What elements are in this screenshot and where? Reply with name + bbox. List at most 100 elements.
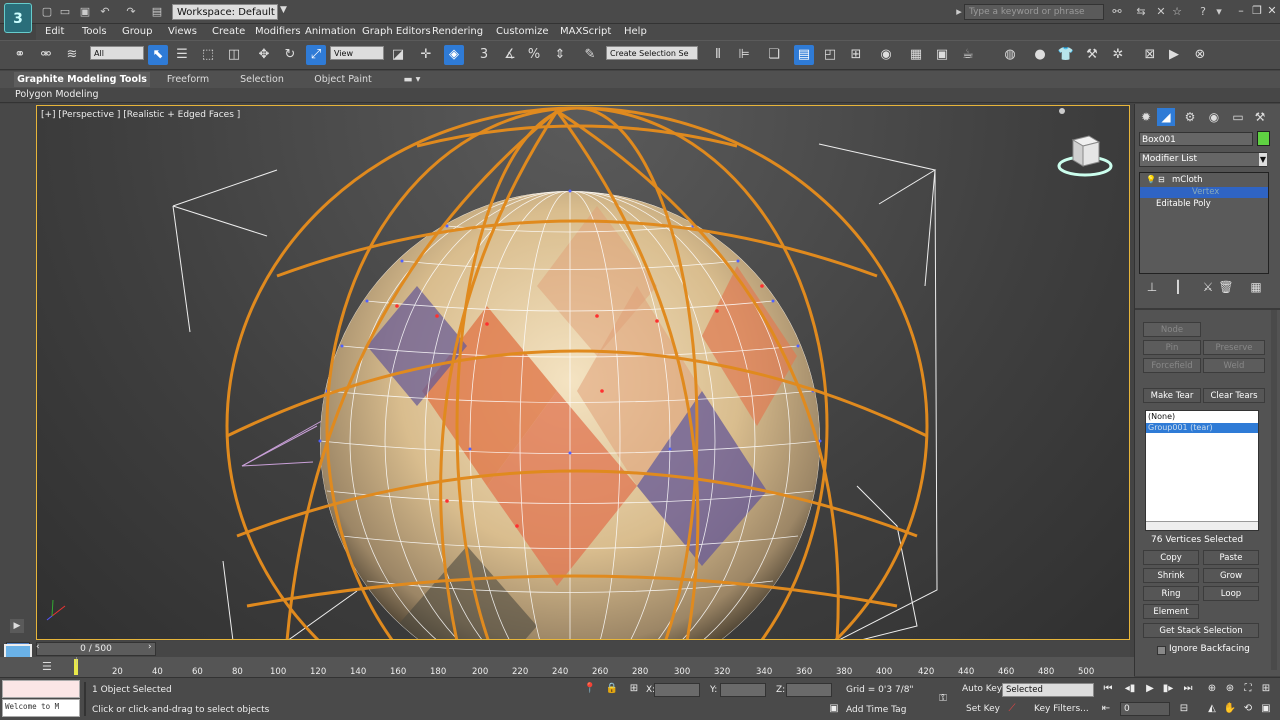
mcloth-tool-3-icon[interactable]: ⊗ bbox=[1190, 45, 1210, 65]
object-name-input[interactable]: Box001 bbox=[1139, 132, 1253, 146]
mcloth-tool-2-icon[interactable]: ▶ bbox=[1164, 45, 1184, 65]
particle-icon[interactable]: ✲ bbox=[1108, 45, 1128, 65]
new-file-icon[interactable]: ▢ bbox=[40, 5, 54, 19]
tab-freeform[interactable]: Freeform bbox=[156, 72, 220, 87]
time-tag-icon[interactable]: ▣ bbox=[826, 702, 842, 716]
set-key-button[interactable]: Set Key bbox=[966, 702, 1000, 717]
make-tear-button[interactable]: Make Tear bbox=[1143, 388, 1201, 403]
loop-button[interactable]: Loop bbox=[1203, 586, 1259, 601]
tab-selection[interactable]: Selection bbox=[232, 72, 292, 87]
selection-lock-icon[interactable]: 🔒 bbox=[604, 682, 620, 696]
clear-tears-button[interactable]: Clear Tears bbox=[1203, 388, 1265, 403]
next-frame-icon[interactable]: ▮▸ bbox=[1160, 682, 1176, 696]
set-keys-icon[interactable]: ⟋ bbox=[1004, 702, 1020, 716]
add-time-tag-button[interactable]: Add Time Tag bbox=[846, 705, 906, 715]
object-color-swatch[interactable] bbox=[1257, 131, 1270, 146]
stack-item-mcloth[interactable]: mCloth bbox=[1140, 175, 1268, 186]
motion-tab-icon[interactable]: ◉ bbox=[1205, 108, 1223, 126]
selection-filter-select[interactable]: All bbox=[90, 46, 144, 60]
utilities-tab-icon[interactable]: ⚒ bbox=[1251, 108, 1269, 126]
isolate-selection-icon[interactable]: 📍 bbox=[582, 682, 598, 696]
viewport-label[interactable]: [+] [Perspective ] [Realistic + Edged Fa… bbox=[41, 110, 240, 120]
preserve-button[interactable]: Preserve bbox=[1203, 340, 1265, 355]
polygon-modeling-label[interactable]: Polygon Modeling bbox=[15, 89, 99, 100]
shrink-button[interactable]: Shrink bbox=[1143, 568, 1199, 583]
menu-help[interactable]: Help bbox=[624, 24, 647, 40]
viewport-scene[interactable] bbox=[37, 106, 1130, 640]
globe-icon[interactable]: ◍ bbox=[1000, 45, 1020, 65]
auto-key-button[interactable]: Auto Key bbox=[962, 682, 1002, 697]
horizontal-scrollbar[interactable] bbox=[1146, 521, 1258, 530]
align-icon[interactable]: ⊫ bbox=[734, 45, 754, 65]
menu-group[interactable]: Group bbox=[122, 24, 152, 40]
show-end-result-icon[interactable]: ┃ bbox=[1169, 278, 1187, 296]
ring-button[interactable]: Ring bbox=[1143, 586, 1199, 601]
modifier-list-select[interactable]: Modifier List bbox=[1139, 152, 1267, 167]
spinner-snap-icon[interactable]: ⇕ bbox=[550, 45, 570, 65]
mcloth-tool-1-icon[interactable]: ⊠ bbox=[1140, 45, 1160, 65]
scale-icon[interactable]: ⤢ bbox=[306, 45, 326, 65]
named-selection-set-select[interactable]: Create Selection Se bbox=[606, 46, 698, 60]
viewport-menu-icon[interactable]: ▶ bbox=[10, 619, 24, 633]
open-file-icon[interactable]: ▭ bbox=[58, 5, 72, 19]
redo-icon[interactable]: ↷ bbox=[124, 5, 138, 19]
menu-create[interactable]: Create bbox=[212, 24, 245, 40]
forcefield-button[interactable]: Forcefield bbox=[1143, 358, 1201, 373]
select-by-name-icon[interactable]: ☰ bbox=[172, 45, 192, 65]
chevron-down-icon[interactable]: ▼ bbox=[1259, 153, 1267, 166]
snaps-toggle-icon[interactable]: 3 bbox=[474, 45, 494, 65]
time-configuration-icon[interactable]: ⊟ bbox=[1176, 702, 1192, 716]
keyboard-shortcut-override-icon[interactable]: ◈ bbox=[444, 45, 464, 65]
pivot-center-icon[interactable]: ◪ bbox=[388, 45, 408, 65]
viewcube-icon[interactable] bbox=[1055, 132, 1115, 180]
binoculars-icon[interactable]: ⚯ bbox=[1110, 5, 1124, 19]
list-item[interactable]: Group001 (tear) bbox=[1146, 423, 1258, 433]
modifier-stack[interactable]: 💡 ⊟ mCloth Vertex Editable Poly bbox=[1139, 172, 1269, 274]
time-slider[interactable]: 0 / 500 › ‹ bbox=[6, 641, 1130, 657]
remove-modifier-icon[interactable]: 🗑 bbox=[1217, 278, 1235, 296]
select-object-icon[interactable]: ⬉ bbox=[148, 45, 168, 65]
link-icon[interactable]: ⚭ bbox=[10, 45, 30, 65]
list-item[interactable]: (None) bbox=[1146, 412, 1258, 422]
tab-graphite-modeling-tools[interactable]: Graphite Modeling Tools bbox=[14, 72, 150, 87]
rectangular-selection-icon[interactable]: ⬚ bbox=[198, 45, 218, 65]
app-logo-icon[interactable]: 3 bbox=[4, 3, 32, 33]
zoom-extents-icon[interactable]: ⛶ bbox=[1240, 682, 1256, 696]
manipulate-icon[interactable]: ✛ bbox=[416, 45, 436, 65]
menu-customize[interactable]: Customize bbox=[496, 24, 549, 40]
workspace-select[interactable]: Workspace: Default bbox=[172, 4, 278, 20]
chevron-down-icon[interactable]: ▾ bbox=[1212, 5, 1226, 19]
render-setup-icon[interactable]: ▦ bbox=[906, 45, 926, 65]
element-button[interactable]: Element bbox=[1143, 604, 1199, 619]
minimize-icon[interactable]: – bbox=[1234, 4, 1248, 18]
schematic-view-icon[interactable]: ⊞ bbox=[846, 45, 866, 65]
perspective-viewport[interactable]: [+] [Perspective ] [Realistic + Edged Fa… bbox=[36, 105, 1130, 640]
key-mode-toggle-icon[interactable]: ⇤ bbox=[1098, 702, 1114, 716]
percent-snap-icon[interactable]: % bbox=[524, 45, 544, 65]
curve-editor-icon[interactable]: ◰ bbox=[820, 45, 840, 65]
layer-manager-icon[interactable]: ❏ bbox=[764, 45, 784, 65]
panel-scrollbar[interactable] bbox=[1271, 310, 1277, 670]
maximize-viewport-icon[interactable]: ▣ bbox=[1258, 702, 1274, 716]
paste-button[interactable]: Paste bbox=[1203, 550, 1259, 565]
weld-button[interactable]: Weld bbox=[1203, 358, 1265, 373]
move-icon[interactable]: ✥ bbox=[254, 45, 274, 65]
make-unique-icon[interactable]: ⚔ bbox=[1199, 278, 1217, 296]
node-button[interactable]: Node bbox=[1143, 322, 1201, 337]
pin-button[interactable]: Pin bbox=[1143, 340, 1201, 355]
menu-views[interactable]: Views bbox=[168, 24, 197, 40]
stack-item-editable-poly[interactable]: Editable Poly bbox=[1140, 199, 1268, 210]
menu-edit[interactable]: Edit bbox=[45, 24, 64, 40]
shirt-icon[interactable]: 👕 bbox=[1056, 45, 1076, 65]
chevron-left-icon[interactable]: ‹ bbox=[36, 642, 46, 656]
undo-icon[interactable]: ↶ bbox=[98, 5, 112, 19]
key-icon[interactable]: ⚿ bbox=[932, 692, 954, 706]
current-frame-field[interactable]: 0 bbox=[1120, 702, 1170, 716]
teapot-icon[interactable]: ● bbox=[1030, 45, 1050, 65]
search-input[interactable]: Type a keyword or phrase bbox=[964, 4, 1104, 20]
modify-tab-icon[interactable]: ◢ bbox=[1157, 108, 1175, 126]
field-of-view-icon[interactable]: ◭ bbox=[1204, 702, 1220, 716]
go-to-start-icon[interactable]: ⏮ bbox=[1100, 682, 1116, 696]
hierarchy-tab-icon[interactable]: ⚙ bbox=[1181, 108, 1199, 126]
absolute-mode-icon[interactable]: ⊞ bbox=[626, 682, 642, 696]
